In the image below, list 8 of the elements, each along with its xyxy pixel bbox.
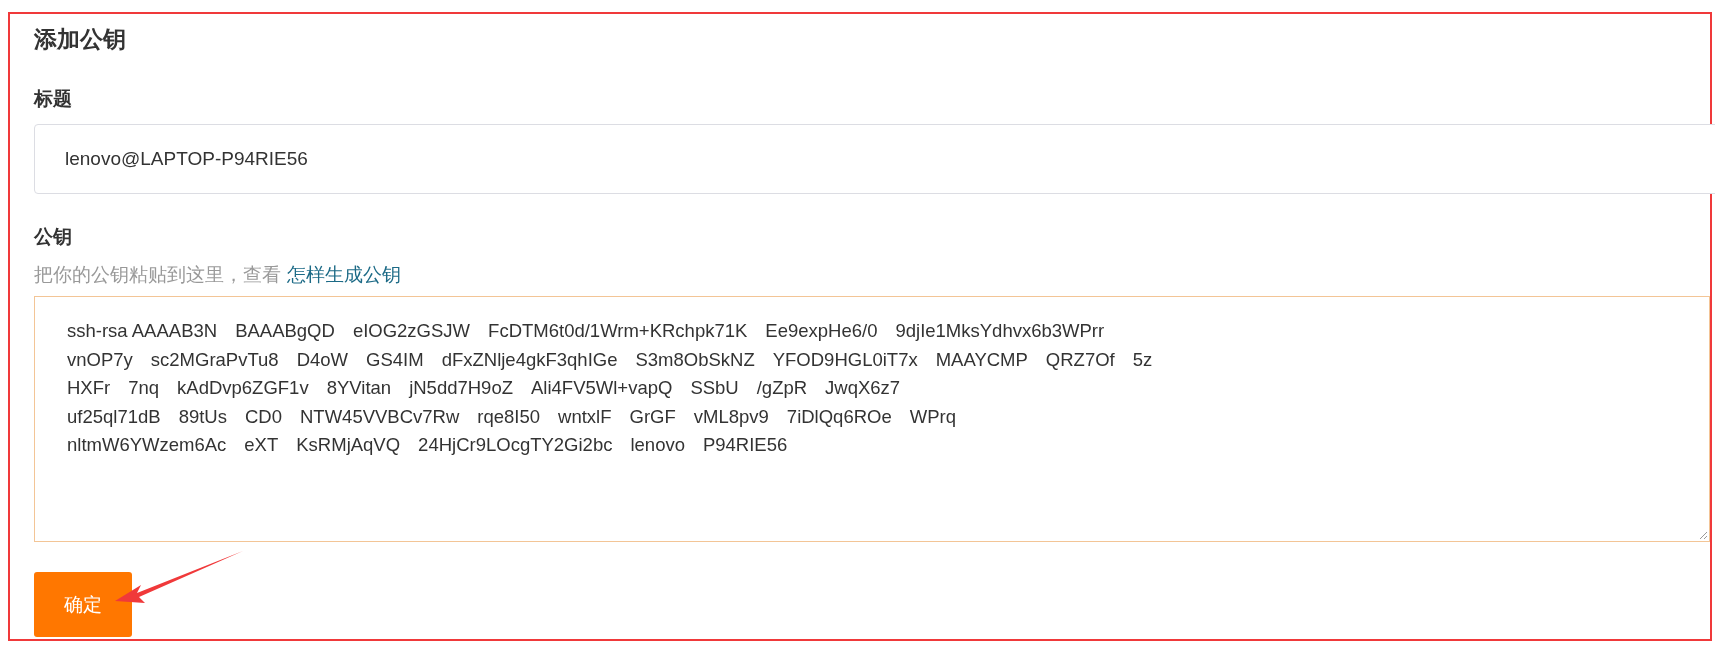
help-link[interactable]: 怎样生成公钥 bbox=[287, 264, 401, 285]
title-field[interactable]: lenovo@LAPTOP-P94RIE56 bbox=[34, 124, 1715, 194]
field-label: 公钥 bbox=[34, 225, 73, 249]
field-hint: 把你的公钥粘贴到这里，查看 bbox=[34, 264, 281, 285]
form-heading: 添加公钥 bbox=[34, 25, 127, 54]
resize-grip-icon[interactable] bbox=[1698, 530, 1708, 540]
key-field[interactable]: ssh-rsa AAAAB3N BAAABgQD eIOG2zGSJW FcDTM6t0d/1Wrm+KRchpk71K Ee9expHe6/0 9djIe1MksYdhvx6b3WPrr vnOP7y sc2MGraPvTu8 D4oW GS4IM dFxZNlje4gkF3qhIGe S3m8ObSkNZ YFOD9HGL0iT7x MAAYCMP QRZ7Of 5z HXFr 7nq kAdDvp6ZGF1v 8YVitan jN5dd7H9oZ Ali4FV5Wl+vapQ SSbU /gZpR JwqX6z7 uf25ql71dB 89tUs CD0 NTW45VVBCv7Rw rqe8I50 wntxlF GrGF vML8pv9 7iDlQq6ROe WPrq nltmW6YWzem6Ac eXT KsRMjAqVQ 24HjCr9LOcgTY2Gi2bc lenovo P94RIE56 bbox=[34, 296, 1710, 542]
field-label: 标题 bbox=[34, 87, 73, 111]
